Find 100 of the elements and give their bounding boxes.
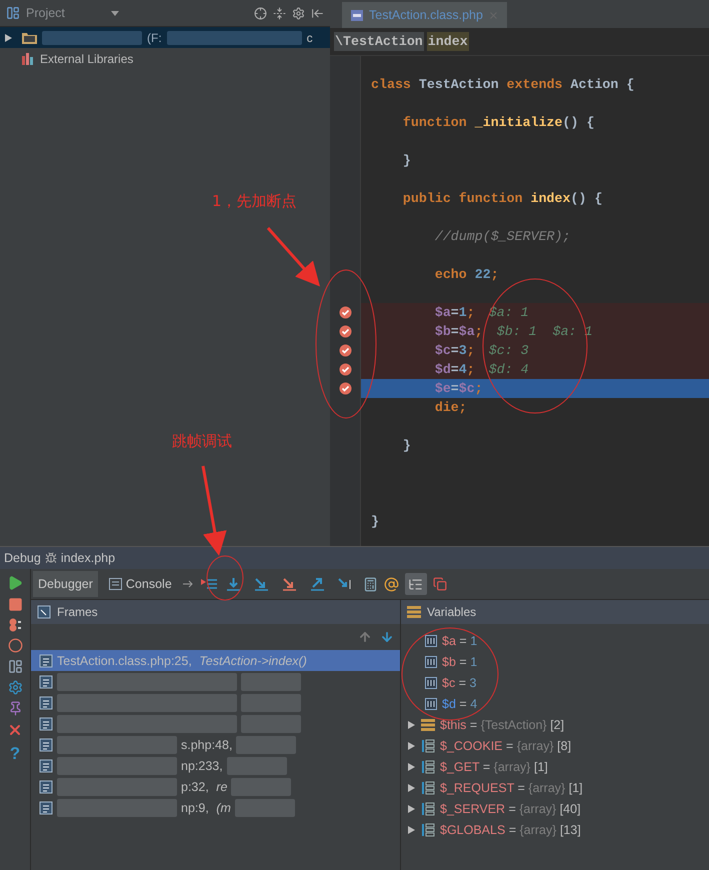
- variable-entry[interactable]: $_REQUEST = {array} [1]: [440, 780, 583, 794]
- code-line: $d=4;: [434, 362, 475, 377]
- expand-arrow-icon[interactable]: [407, 804, 416, 814]
- frame-method: TestAction->index(): [199, 654, 307, 668]
- tool-window-title: Debug: [4, 551, 41, 565]
- annotation-ellipse: [206, 556, 244, 600]
- array-icon: [421, 780, 435, 794]
- variable-entry[interactable]: $_GET = {array} [1]: [440, 760, 548, 774]
- frame-row[interactable]: s.php:48,: [31, 734, 400, 755]
- code-line: $c=3;: [434, 343, 475, 358]
- tree-item[interactable]: External Libraries: [0, 48, 330, 69]
- run-to-cursor-icon[interactable]: [338, 577, 354, 591]
- watch-icon[interactable]: [384, 576, 399, 592]
- tree-item-label: c: [306, 30, 313, 44]
- frame-method: re: [216, 780, 228, 794]
- array-icon: [421, 822, 435, 836]
- expand-arrow-icon[interactable]: [4, 32, 13, 42]
- expand-arrow-icon[interactable]: [407, 762, 416, 772]
- project-icon: [6, 6, 20, 20]
- settings-icon[interactable]: [292, 6, 305, 20]
- frame-icon: [39, 780, 53, 794]
- collapse-icon[interactable]: [273, 6, 286, 20]
- redacted-block: [241, 714, 301, 732]
- redacted-block: [226, 756, 287, 774]
- run-config-name: index.php: [60, 551, 116, 565]
- variable-entry: $a = 1: [442, 634, 478, 648]
- code-line: $e=$c;: [434, 381, 483, 396]
- frame-icon: [39, 674, 53, 688]
- arrow-down-icon[interactable]: [380, 630, 394, 644]
- redacted-block: [236, 736, 296, 754]
- locate-icon[interactable]: [254, 6, 267, 20]
- step-into-icon[interactable]: [254, 577, 270, 591]
- debugger-tab[interactable]: Console: [104, 571, 177, 597]
- variable-entry[interactable]: $GLOBALS = {array} [13]: [440, 822, 581, 836]
- variable-entry: $c = 3: [442, 676, 476, 690]
- breadcrumb[interactable]: index: [426, 32, 469, 51]
- toggle-list-icon[interactable]: [408, 576, 424, 592]
- variable-entry[interactable]: $_SERVER = {array} [40]: [440, 802, 581, 816]
- code-line: }: [402, 153, 411, 168]
- breadcrumb[interactable]: \TestAction: [334, 32, 424, 51]
- debugger-tab[interactable]: Debugger: [33, 571, 98, 597]
- expand-arrow-icon[interactable]: [407, 782, 416, 792]
- frame-icon: [39, 654, 53, 668]
- array-icon: [421, 760, 435, 774]
- expand-arrow-icon[interactable]: [407, 720, 416, 730]
- frame-row[interactable]: np:9, (m: [31, 797, 400, 818]
- inline-value-hint: $c: 3: [488, 343, 529, 358]
- variable-entry[interactable]: $this = {TestAction} [2]: [440, 718, 564, 732]
- help-button[interactable]: ?: [10, 744, 20, 764]
- breakpoint-icon[interactable]: [338, 363, 352, 376]
- stop-icon[interactable]: [8, 597, 22, 612]
- evaluate-icon[interactable]: [362, 576, 378, 592]
- resume-icon[interactable]: [7, 575, 23, 591]
- frame-row[interactable]: p:32, re: [31, 776, 400, 797]
- panel-title[interactable]: Project: [26, 6, 65, 20]
- frame-method: (m: [216, 800, 231, 814]
- number-icon: [425, 634, 437, 646]
- restore-layout-icon[interactable]: [432, 577, 447, 591]
- close-icon[interactable]: [7, 722, 23, 738]
- panel-title: Variables: [427, 605, 476, 619]
- frame-icon: [39, 738, 53, 752]
- breakpoints-icon[interactable]: [7, 618, 23, 632]
- code-line: $a=1;: [434, 305, 475, 320]
- code-line: public function index() {: [402, 191, 602, 206]
- step-out-icon[interactable]: [310, 577, 326, 591]
- step-over-icon[interactable]: [226, 577, 242, 591]
- array-icon: [421, 738, 435, 752]
- expand-arrow-icon[interactable]: [407, 824, 416, 834]
- mute-breakpoints-icon[interactable]: [8, 638, 22, 653]
- code-line: class TestAction extends Action {: [371, 77, 634, 92]
- console-icon: [108, 578, 122, 590]
- breakpoint-icon[interactable]: [338, 325, 352, 338]
- inline-value-hint: $d: 4: [488, 362, 529, 377]
- layout-icon[interactable]: [8, 659, 22, 674]
- dropdown-caret-icon[interactable]: [110, 10, 119, 16]
- frame-location: np:233,: [181, 758, 223, 772]
- tree-item-label: External Libraries: [40, 52, 134, 66]
- variable-entry[interactable]: $_COOKIE = {array} [8]: [440, 738, 572, 752]
- force-step-into-icon[interactable]: [282, 577, 298, 591]
- breakpoint-icon[interactable]: [338, 382, 352, 395]
- inline-value-hint: $a: 1: [488, 305, 529, 320]
- code-line: function _initialize() {: [402, 115, 594, 130]
- arrow-up-icon[interactable]: [358, 630, 372, 644]
- panel-title: Frames: [57, 605, 98, 619]
- hide-icon[interactable]: [311, 6, 324, 20]
- frame-location: p:32,: [181, 780, 210, 794]
- show-execution-point-icon[interactable]: [200, 577, 217, 591]
- settings-icon[interactable]: [8, 680, 22, 695]
- frame-row[interactable]: np:233,: [31, 755, 400, 776]
- pin-tab-icon[interactable]: [182, 580, 195, 588]
- expand-arrow-icon[interactable]: [407, 740, 416, 750]
- code-line: die;: [434, 400, 467, 415]
- breakpoint-icon[interactable]: [338, 344, 352, 357]
- frame-location: TestAction.class.php:25,: [57, 654, 193, 668]
- variable-entry: $d = 4: [442, 696, 478, 710]
- pin-icon[interactable]: [8, 701, 22, 716]
- folder-icon: [22, 32, 37, 44]
- breakpoint-icon[interactable]: [338, 306, 352, 319]
- tree-item[interactable]: (F: c: [0, 27, 330, 48]
- frames-icon: [37, 605, 51, 619]
